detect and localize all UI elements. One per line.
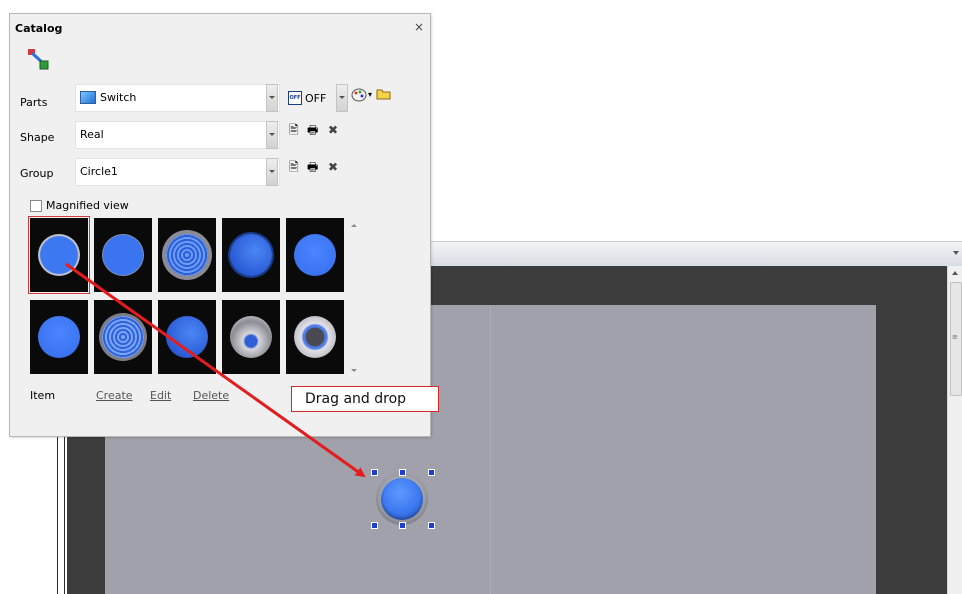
magnified-view-checkbox[interactable] <box>30 199 42 212</box>
parts-gallery <box>28 216 348 378</box>
gallery-scroll-up-icon[interactable] <box>351 224 357 227</box>
palette-dropdown-icon[interactable]: ▾ <box>368 89 372 101</box>
gallery-item[interactable] <box>94 218 152 292</box>
shape-dropdown-arrow-icon[interactable] <box>266 121 278 149</box>
gallery-scroll-down-icon[interactable] <box>351 369 357 372</box>
group-save-icon[interactable]: 🖹 <box>289 161 299 173</box>
state-dropdown-arrow-icon[interactable] <box>336 84 348 112</box>
shape-label: Shape <box>20 131 55 144</box>
magnified-view-row[interactable]: Magnified view <box>30 199 129 212</box>
resize-handle-sw[interactable] <box>371 522 378 529</box>
item-label: Item <box>30 389 56 402</box>
gallery-item[interactable] <box>222 218 280 292</box>
switch-face <box>381 478 423 520</box>
folder-icon[interactable] <box>376 88 391 102</box>
editor-menu-arrow-icon[interactable] <box>953 251 959 255</box>
shape-dropdown[interactable]: Real <box>75 121 280 149</box>
shape-value: Real <box>80 128 104 141</box>
gallery-scrollbar[interactable] <box>348 218 360 378</box>
resize-handle-nw[interactable] <box>371 469 378 476</box>
state-value: OFF <box>305 91 327 105</box>
gallery-item[interactable] <box>28 216 90 294</box>
editor-left-frame <box>55 430 67 594</box>
delete-link[interactable]: Delete <box>193 389 229 402</box>
create-link[interactable]: Create <box>96 389 133 402</box>
group-value: Circle1 <box>80 165 118 178</box>
magnified-view-label: Magnified view <box>46 199 129 212</box>
gallery-item[interactable] <box>158 300 216 374</box>
group-delete-icon[interactable]: ✖ <box>328 161 338 173</box>
group-dropdown-arrow-icon[interactable] <box>266 158 278 186</box>
editor-vertical-scrollbar[interactable]: ≡ <box>947 266 962 594</box>
scroll-up-icon[interactable] <box>952 271 958 275</box>
color-palette-icon[interactable] <box>351 88 367 104</box>
edit-link[interactable]: Edit <box>150 389 171 402</box>
parts-value: Switch <box>100 91 137 104</box>
gallery-item[interactable] <box>30 300 88 374</box>
group-label: Group <box>20 167 54 180</box>
resize-handle-se[interactable] <box>428 522 435 529</box>
gallery-item[interactable] <box>158 218 216 292</box>
editor-title-bar <box>430 241 962 267</box>
scroll-grip-icon: ≡ <box>952 333 958 341</box>
parts-pick-tool-icon[interactable] <box>27 48 49 70</box>
close-icon[interactable]: × <box>414 20 424 34</box>
resize-handle-s[interactable] <box>399 522 406 529</box>
resize-handle-n[interactable] <box>399 469 406 476</box>
gallery-item[interactable] <box>222 300 280 374</box>
gallery-item[interactable] <box>286 218 344 292</box>
parts-dropdown[interactable]: Switch <box>75 84 280 112</box>
shape-save-icon[interactable]: 🖹 <box>289 124 299 136</box>
group-dropdown[interactable]: Circle1 <box>75 158 280 186</box>
shape-delete-icon[interactable]: ✖ <box>328 124 338 136</box>
canvas-center-guide <box>490 305 491 594</box>
switch-icon <box>80 91 96 104</box>
gallery-item[interactable] <box>94 300 152 374</box>
catalog-title: Catalog <box>15 22 63 35</box>
shape-copy-icon[interactable]: 🖶 <box>307 124 318 136</box>
catalog-panel: Catalog × Parts Switch OFF OFF ▾ Shape R… <box>9 13 431 437</box>
placed-switch-part[interactable] <box>376 473 428 525</box>
state-selector[interactable]: OFF OFF <box>288 90 326 106</box>
off-state-icon: OFF <box>288 91 302 105</box>
parts-dropdown-arrow-icon[interactable] <box>266 84 278 112</box>
parts-label: Parts <box>20 96 48 109</box>
drag-and-drop-callout: Drag and drop <box>291 386 439 412</box>
resize-handle-ne[interactable] <box>428 469 435 476</box>
group-copy-icon[interactable]: 🖶 <box>307 161 318 173</box>
gallery-item[interactable] <box>286 300 344 374</box>
